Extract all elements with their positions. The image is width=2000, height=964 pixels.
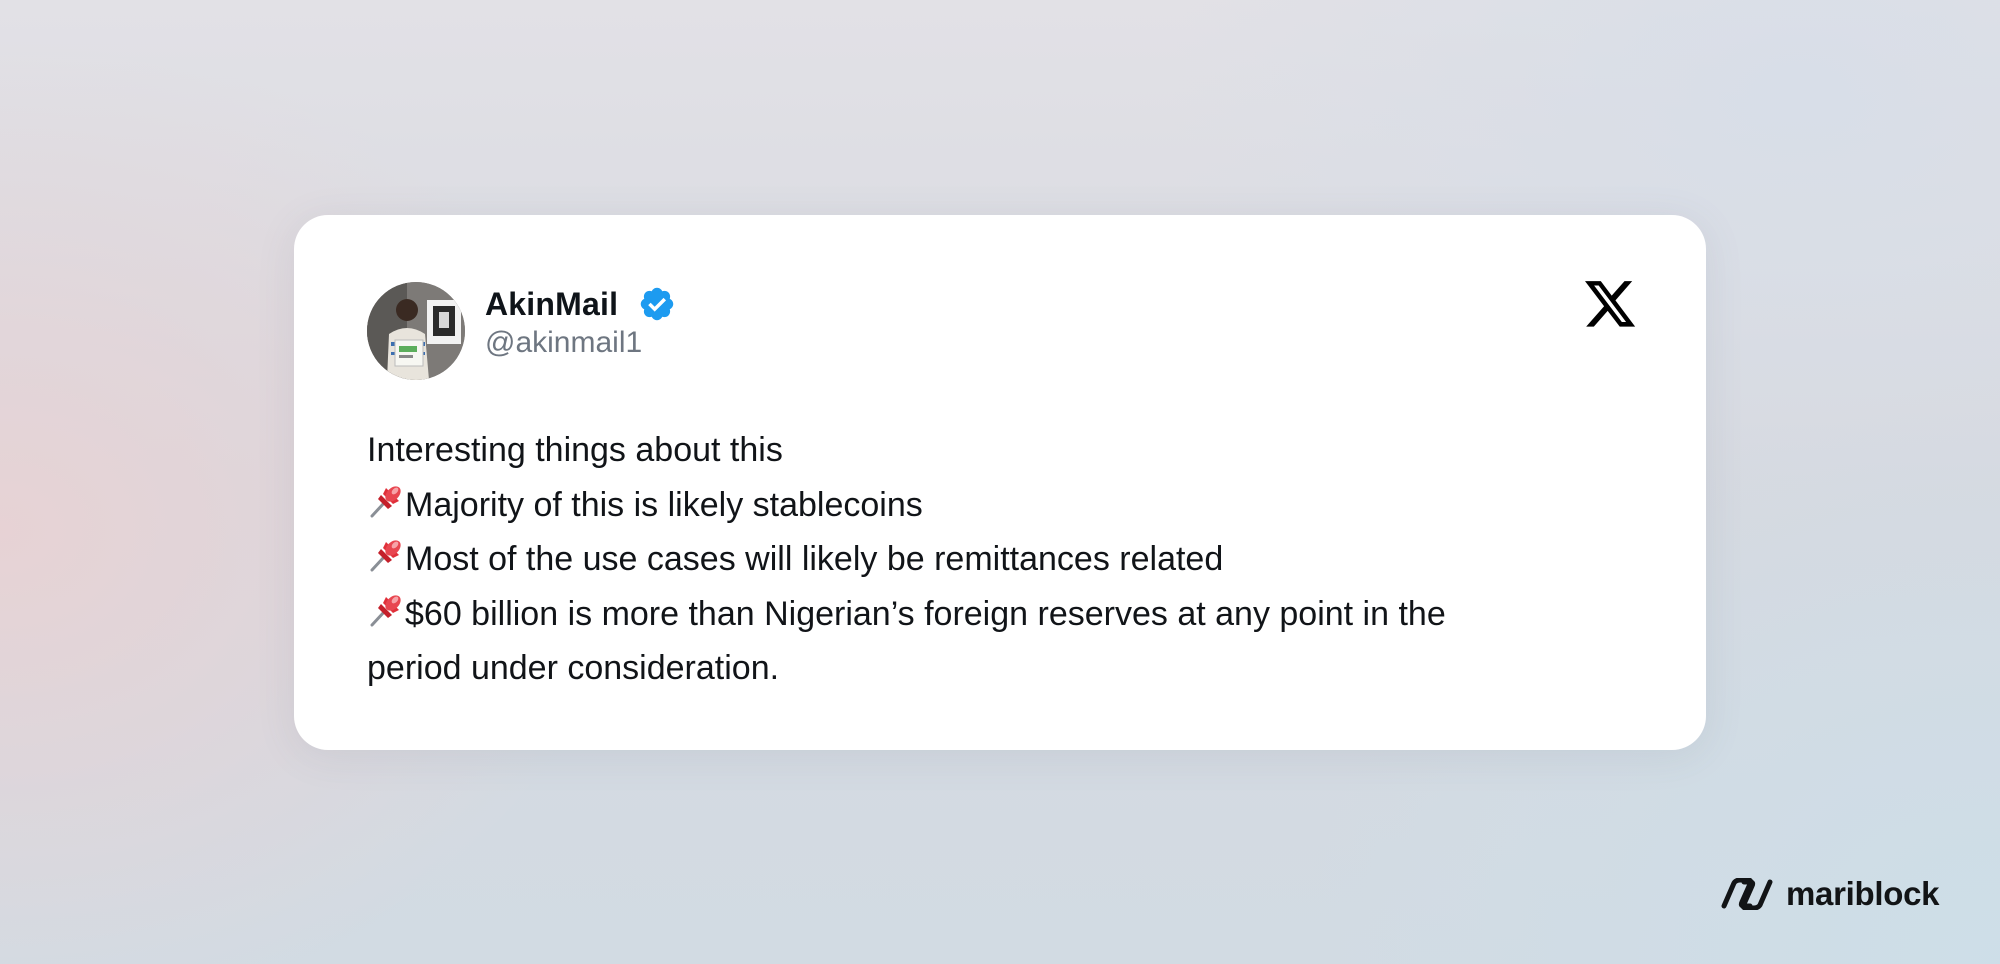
tweet-line-text: period under consideration. xyxy=(367,649,780,687)
tweet-line: Interesting things about this xyxy=(367,423,1657,478)
tweet-line-text: $60 billion is more than Nigerian’s fore… xyxy=(405,594,1446,633)
tweet-line: Most of the use cases will likely be rem… xyxy=(367,532,1657,587)
verified-badge-icon xyxy=(640,287,674,321)
author-display-name[interactable]: AkinMail xyxy=(485,282,676,326)
author-handle[interactable]: @akinmail1 xyxy=(485,326,642,360)
tweet-line: Majority of this is likely stablecoins xyxy=(367,478,1657,533)
brand-name: mariblock xyxy=(1786,875,1940,912)
tweet-text: Interesting things about this Majority o… xyxy=(367,423,1657,696)
avatar[interactable] xyxy=(367,282,465,380)
tweet-line-text: Most of the use cases will likely be rem… xyxy=(405,540,1224,578)
tweet-line: period under consideration. xyxy=(367,641,1657,696)
tweet-line-text: Majority of this is likely stablecoins xyxy=(405,485,923,524)
author-name[interactable]: AkinMail xyxy=(485,286,618,323)
tweet-line: $60 billion is more than Nigerian’s fore… xyxy=(367,587,1657,642)
tweet-line-text: Interesting things about this xyxy=(367,431,783,469)
x-logo-icon[interactable] xyxy=(1585,281,1637,329)
pushpin-icon xyxy=(370,485,401,517)
pushpin-icon xyxy=(370,594,401,626)
pushpin-icon xyxy=(370,540,401,572)
tweet-card[interactable]: AkinMail @akinmail1 Interesting things a… xyxy=(294,215,1706,750)
mariblock-logo-icon xyxy=(1721,878,1773,910)
brand-watermark: mariblock xyxy=(1718,874,1940,914)
